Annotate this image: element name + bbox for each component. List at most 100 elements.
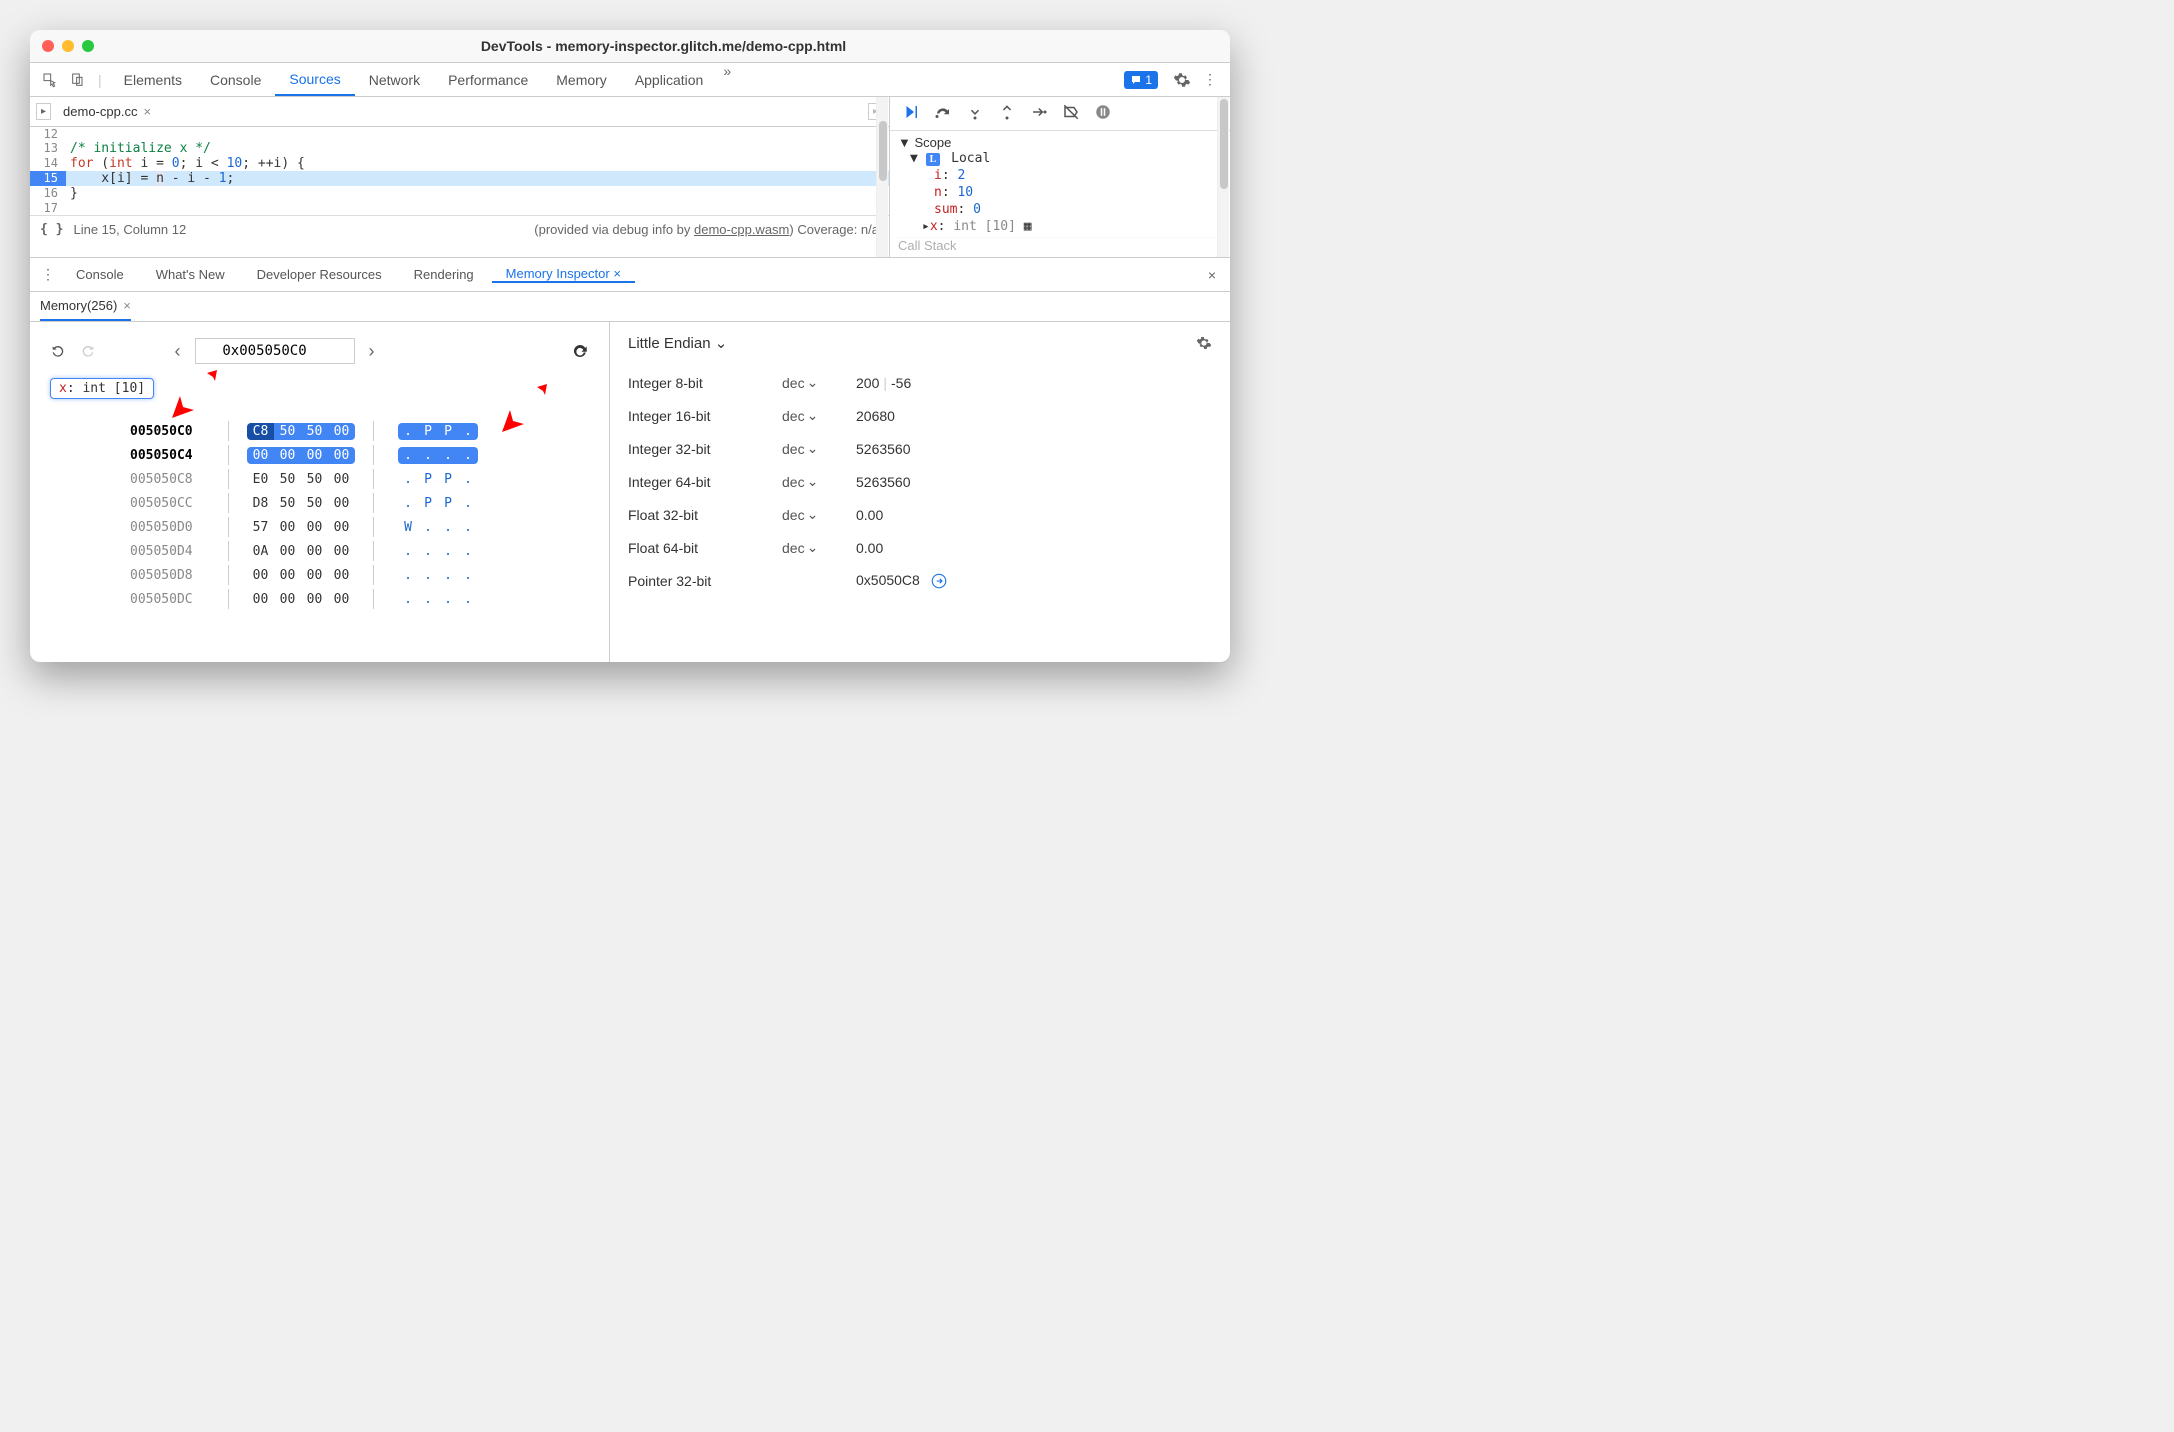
fmt-selector[interactable]: dec ⌄ xyxy=(782,539,832,556)
more-menu-icon[interactable]: ⋮ xyxy=(1198,68,1222,92)
hex-byte[interactable]: 50 xyxy=(274,423,301,440)
ascii-char[interactable]: P xyxy=(438,471,458,488)
hex-row[interactable]: 005050DC00000000.... xyxy=(130,587,589,611)
tab-sources[interactable]: Sources xyxy=(275,63,354,96)
ascii-char[interactable]: . xyxy=(398,543,418,560)
close-tab-icon[interactable]: × xyxy=(613,266,621,281)
ascii-char[interactable]: . xyxy=(438,567,458,584)
memory-tab[interactable]: Memory(256)× xyxy=(40,292,131,321)
fmt-selector[interactable]: dec ⌄ xyxy=(782,374,832,391)
ascii-char[interactable]: . xyxy=(418,567,438,584)
hex-byte[interactable]: 00 xyxy=(301,567,328,584)
fmt-selector[interactable]: dec ⌄ xyxy=(782,506,832,523)
drawer-tab-whatsnew[interactable]: What's New xyxy=(142,267,239,282)
hex-byte[interactable]: 00 xyxy=(328,447,355,464)
drawer-tab-meminsp[interactable]: Memory Inspector × xyxy=(492,266,635,283)
ascii-char[interactable]: . xyxy=(398,495,418,512)
fmt-selector[interactable]: dec ⌄ xyxy=(782,407,832,424)
hex-byte[interactable]: 50 xyxy=(301,495,328,512)
prev-page-icon[interactable]: ‹ xyxy=(175,341,181,362)
tabs-overflow[interactable]: » xyxy=(717,63,737,96)
editor-scrollbar[interactable] xyxy=(876,97,888,257)
hex-byte[interactable]: 00 xyxy=(328,543,355,560)
ascii-char[interactable]: . xyxy=(458,543,478,560)
tab-elements[interactable]: Elements xyxy=(110,63,196,96)
hex-grid[interactable]: 005050C0C8505000.PP.005050C400000000....… xyxy=(50,419,589,611)
hex-byte[interactable]: 50 xyxy=(301,471,328,488)
ascii-char[interactable]: P xyxy=(418,423,438,440)
jump-to-address-icon[interactable] xyxy=(930,572,948,590)
address-input[interactable] xyxy=(195,338,355,364)
ascii-char[interactable]: . xyxy=(438,591,458,608)
fmt-selector[interactable]: dec ⌄ xyxy=(782,473,832,490)
var-x[interactable]: ▸x: int [10] ▦ xyxy=(898,218,1222,235)
hex-byte[interactable]: 00 xyxy=(328,423,355,440)
ascii-char[interactable]: . xyxy=(438,543,458,560)
hex-row[interactable]: 005050D057000000W... xyxy=(130,515,589,539)
close-tab-icon[interactable]: × xyxy=(123,298,131,313)
hex-byte[interactable]: 50 xyxy=(274,495,301,512)
tab-application[interactable]: Application xyxy=(621,63,718,96)
resume-icon[interactable] xyxy=(902,103,920,124)
ascii-char[interactable]: . xyxy=(418,543,438,560)
drawer-tab-devres[interactable]: Developer Resources xyxy=(243,267,396,282)
ascii-char[interactable]: P xyxy=(438,495,458,512)
drawer-tab-rendering[interactable]: Rendering xyxy=(400,267,488,282)
ascii-char[interactable]: . xyxy=(398,423,418,440)
endian-selector[interactable]: Little Endian ⌄ xyxy=(628,334,727,352)
ascii-char[interactable]: . xyxy=(438,447,458,464)
window-zoom[interactable] xyxy=(82,40,94,52)
drawer-more-icon[interactable]: ⋮ xyxy=(38,266,58,283)
ascii-char[interactable]: . xyxy=(418,519,438,536)
hex-byte[interactable]: 00 xyxy=(301,591,328,608)
memory-icon[interactable]: ▦ xyxy=(1024,219,1032,234)
hex-byte[interactable]: E0 xyxy=(247,471,274,488)
hex-byte[interactable]: 00 xyxy=(328,519,355,536)
tab-console[interactable]: Console xyxy=(196,63,275,96)
drawer-close-icon[interactable]: × xyxy=(1202,267,1222,283)
ascii-char[interactable]: . xyxy=(398,591,418,608)
next-page-icon[interactable]: › xyxy=(369,341,375,362)
hex-row[interactable]: 005050D800000000.... xyxy=(130,563,589,587)
ascii-char[interactable]: . xyxy=(458,495,478,512)
pretty-print-icon[interactable]: { } xyxy=(40,222,63,237)
ascii-char[interactable]: . xyxy=(458,423,478,440)
hex-row[interactable]: 005050D40A000000.... xyxy=(130,539,589,563)
ascii-char[interactable]: . xyxy=(398,567,418,584)
step-into-icon[interactable] xyxy=(966,103,984,124)
hex-byte[interactable]: 00 xyxy=(328,591,355,608)
editor-tab-file[interactable]: demo-cpp.cc × xyxy=(63,104,151,119)
tab-network[interactable]: Network xyxy=(355,63,434,96)
hex-byte[interactable]: 57 xyxy=(247,519,274,536)
tab-memory[interactable]: Memory xyxy=(542,63,621,96)
var-n[interactable]: n: 10 xyxy=(898,184,1222,201)
ascii-char[interactable]: P xyxy=(418,495,438,512)
ascii-char[interactable]: . xyxy=(458,591,478,608)
hex-byte[interactable]: 00 xyxy=(274,543,301,560)
hex-row[interactable]: 005050C8E0505000.PP. xyxy=(130,467,589,491)
memory-chip[interactable]: x: int [10] xyxy=(50,378,154,399)
window-minimize[interactable] xyxy=(62,40,74,52)
ascii-char[interactable]: . xyxy=(458,567,478,584)
inspect-icon[interactable] xyxy=(38,68,62,92)
tab-performance[interactable]: Performance xyxy=(434,63,542,96)
ascii-char[interactable]: P xyxy=(418,471,438,488)
editor-tab-close[interactable]: × xyxy=(143,104,151,119)
value-settings-icon[interactable] xyxy=(1196,335,1212,351)
hex-byte[interactable]: 00 xyxy=(328,567,355,584)
refresh-icon[interactable] xyxy=(571,342,589,360)
hex-byte[interactable]: 00 xyxy=(247,567,274,584)
ascii-char[interactable]: . xyxy=(458,471,478,488)
step-out-icon[interactable] xyxy=(998,103,1016,124)
pause-exceptions-icon[interactable] xyxy=(1094,103,1112,124)
ascii-char[interactable]: P xyxy=(438,423,458,440)
hex-byte[interactable]: C8 xyxy=(247,423,274,440)
step-over-icon[interactable] xyxy=(934,103,952,124)
ascii-char[interactable]: . xyxy=(438,519,458,536)
scope-header[interactable]: ▼ Scope xyxy=(898,135,1222,150)
ascii-char[interactable]: W xyxy=(398,519,418,536)
ascii-char[interactable]: . xyxy=(418,591,438,608)
hex-byte[interactable]: 00 xyxy=(274,567,301,584)
var-sum[interactable]: sum: 0 xyxy=(898,201,1222,218)
hex-byte[interactable]: 50 xyxy=(301,423,328,440)
